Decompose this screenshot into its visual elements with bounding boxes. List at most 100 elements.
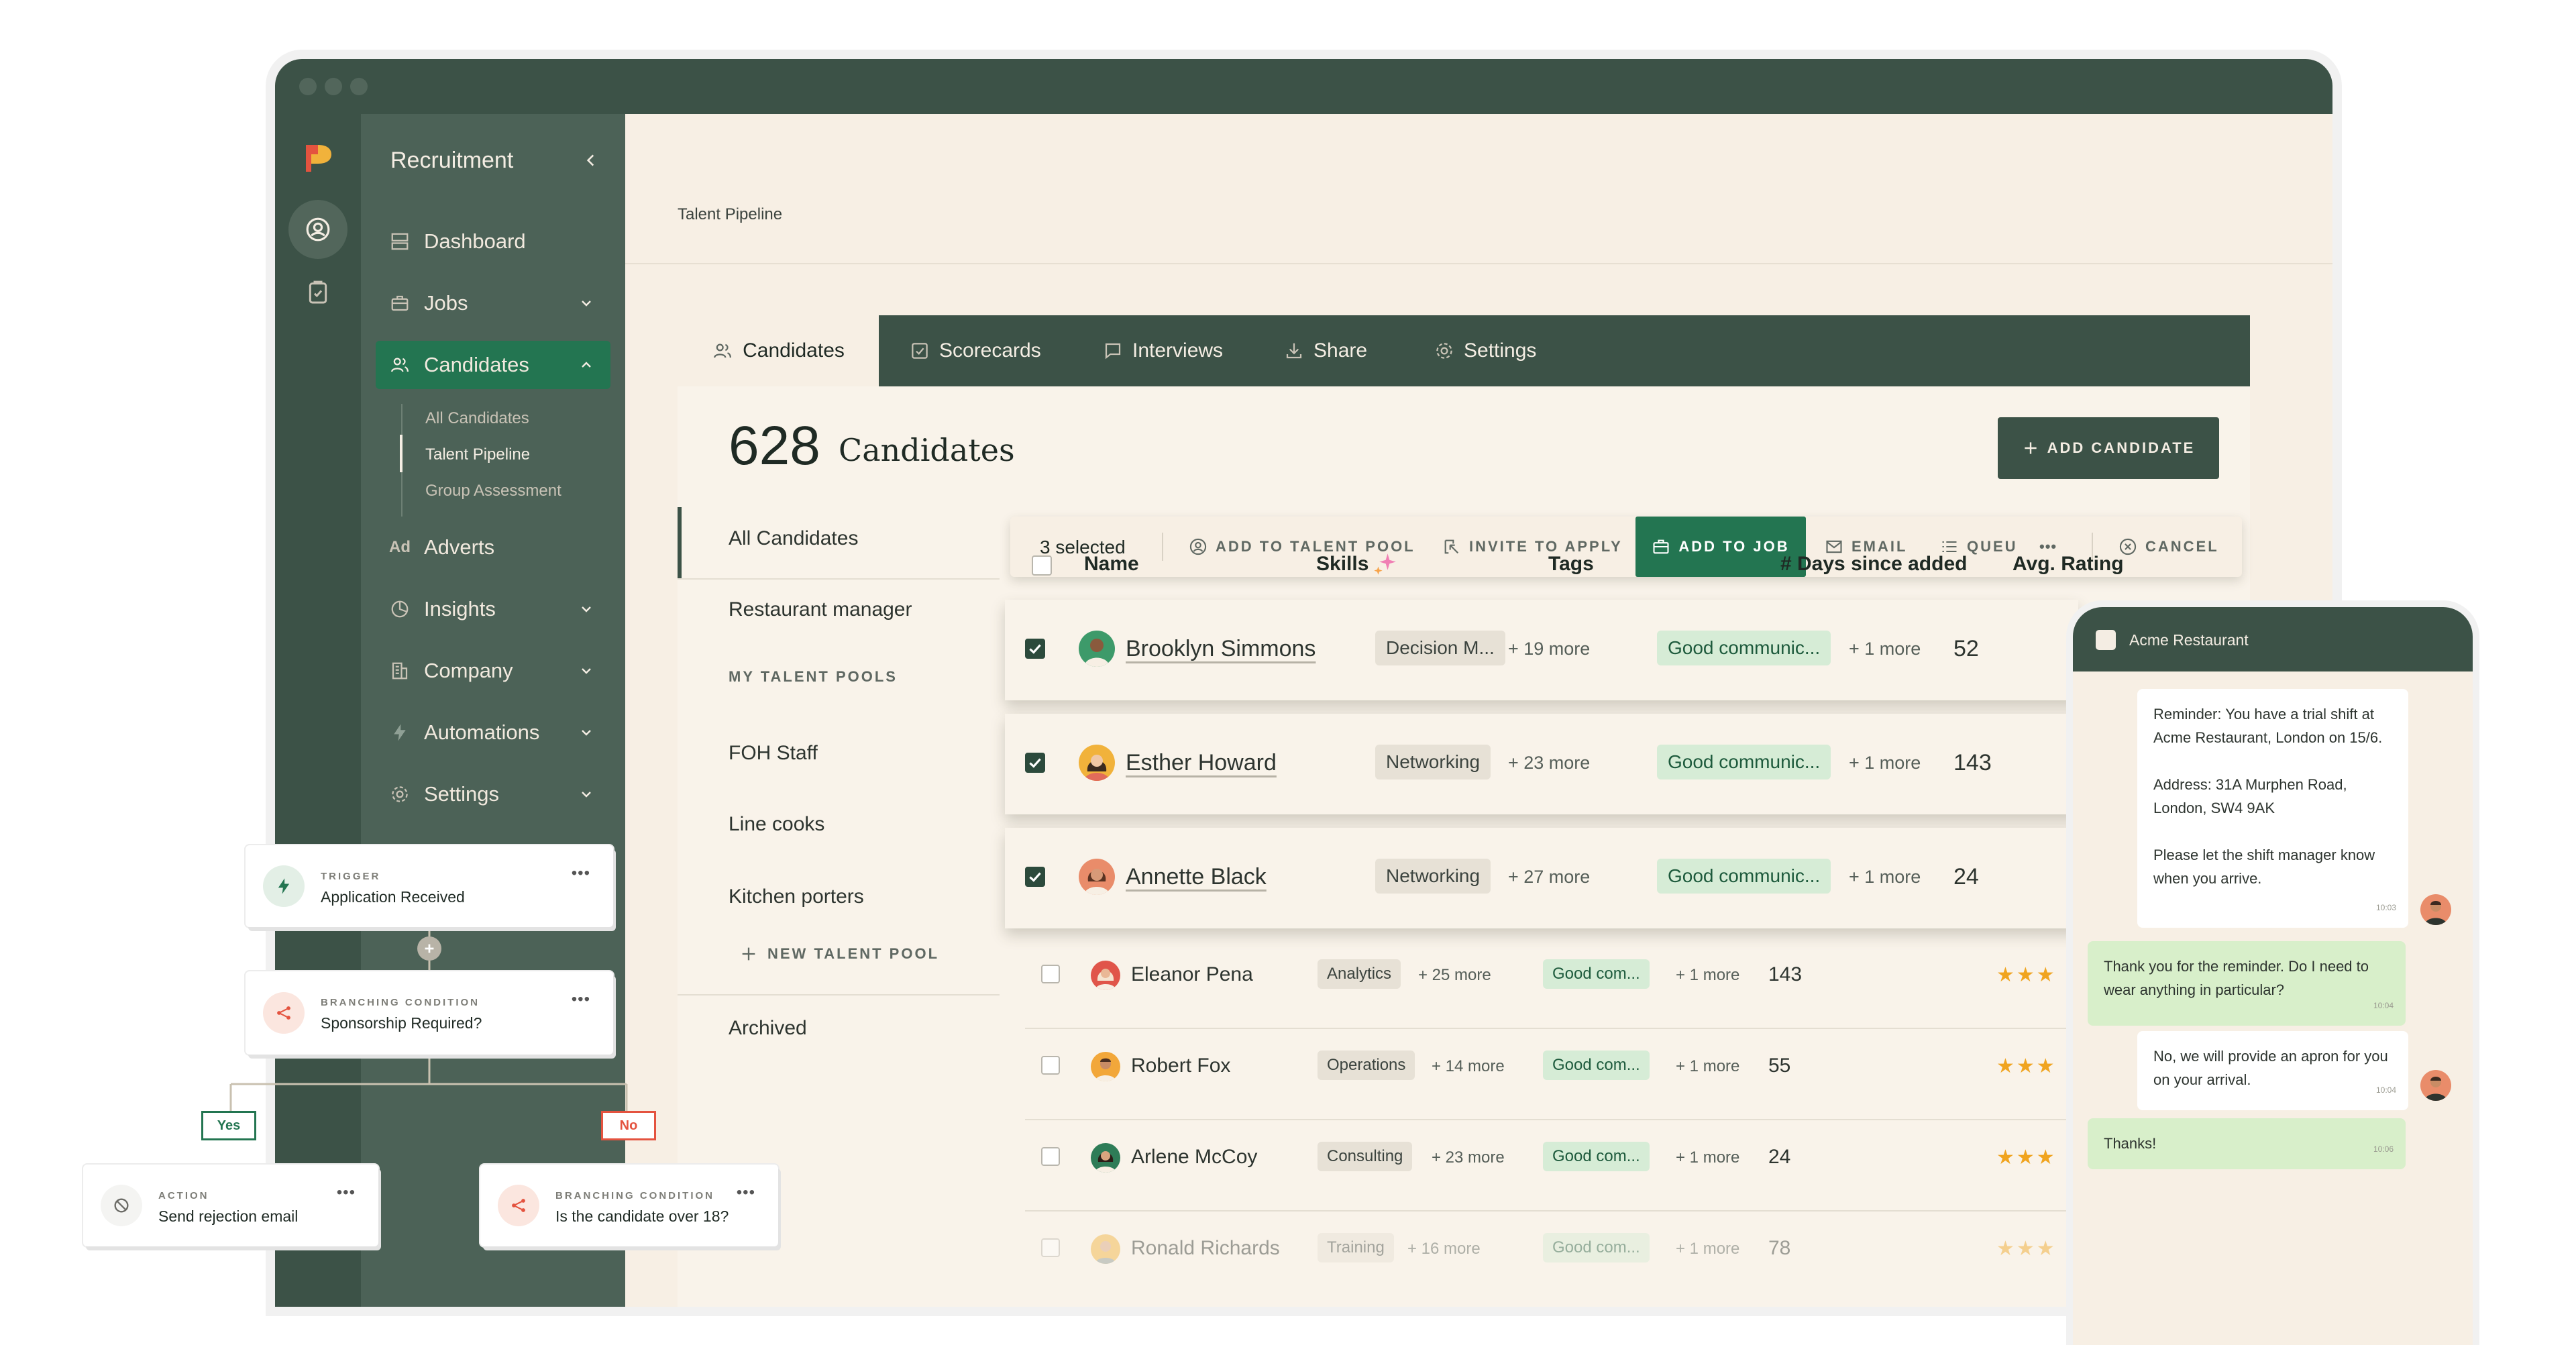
table-row[interactable]: Annette Black Networking + 27 more Good … <box>1005 828 2078 928</box>
collapse-sidebar-icon[interactable] <box>582 152 600 169</box>
column-header-tags[interactable]: Tags <box>1548 553 1594 576</box>
avatar <box>1091 1234 1120 1264</box>
my-talent-pools-heading: MY TALENT POOLS <box>729 668 898 685</box>
table-row[interactable]: Esther Howard Networking + 23 more Good … <box>1005 714 2078 814</box>
candidate-name[interactable]: Brooklyn Simmons <box>1126 636 1316 662</box>
skill-more[interactable]: + 19 more <box>1508 639 1590 659</box>
row-checkbox[interactable] <box>1041 1147 1060 1166</box>
sidebar-item-company[interactable]: Company <box>376 647 610 695</box>
table-row[interactable]: Brooklyn Simmons Decision M... + 19 more… <box>1005 600 2078 700</box>
column-header-name[interactable]: Name <box>1084 553 1139 576</box>
more-icon[interactable]: ••• <box>737 1183 755 1202</box>
message-text: Please let the shift manager know when y… <box>2153 847 2375 887</box>
sidebar-item-jobs[interactable]: Jobs <box>376 279 610 327</box>
message-bubble-outgoing: Thanks! 10:06 <box>2088 1118 2406 1169</box>
column-header-days-since-added[interactable]: # Days since added <box>1780 553 1967 576</box>
row-checkbox[interactable] <box>1041 1056 1060 1075</box>
tab-settings[interactable]: Settings <box>1434 315 1536 386</box>
branching-condition-card[interactable]: BRANCHING CONDITION Sponsorship Required… <box>246 971 613 1055</box>
subnav-group-assessment[interactable]: Group Assessment <box>425 482 561 500</box>
invite-to-apply-button[interactable]: INVITE TO APPLY <box>1442 517 1623 577</box>
sidebar-item-automations[interactable]: Automations <box>376 708 610 757</box>
skill-more[interactable]: + 23 more <box>1432 1148 1505 1167</box>
tag-more[interactable]: + 1 more <box>1676 1148 1739 1167</box>
column-header-avg-rating[interactable]: Avg. Rating <box>2012 553 2124 576</box>
row-checkbox[interactable] <box>1041 965 1060 983</box>
table-row[interactable]: Eleanor Pena Analytics + 25 more Good co… <box>1006 938 2073 1029</box>
tag-more[interactable]: + 1 more <box>1676 1057 1739 1076</box>
table-row[interactable]: Ronald Richards Training + 16 more Good … <box>1006 1212 2073 1287</box>
more-icon[interactable]: ••• <box>572 864 590 883</box>
message-text: No, we will provide an apron for you on … <box>2153 1048 2388 1088</box>
tag-pill: Good com... <box>1543 959 1650 989</box>
candidate-name[interactable]: Ronald Richards <box>1131 1237 1280 1260</box>
row-checkbox[interactable] <box>1025 639 1045 659</box>
pool-restaurant-manager[interactable]: Restaurant manager <box>729 598 912 621</box>
tag-more[interactable]: + 1 more <box>1849 867 1921 887</box>
skill-more[interactable]: + 27 more <box>1508 867 1590 887</box>
sidebar-item-insights[interactable]: Insights <box>376 585 610 633</box>
subnav-all-candidates[interactable]: All Candidates <box>425 409 529 428</box>
tab-label: Scorecards <box>939 339 1041 362</box>
add-candidate-button[interactable]: ADD CANDIDATE <box>1998 417 2219 479</box>
pool-foh-staff[interactable]: FOH Staff <box>729 742 818 765</box>
tag-pill: Good communic... <box>1657 859 1831 894</box>
invite-icon <box>1444 539 1459 554</box>
tab-interviews[interactable]: Interviews <box>1103 315 1223 386</box>
sidebar-item-adverts[interactable]: Ad Adverts <box>376 523 610 572</box>
recruitment-rail-button[interactable] <box>288 200 347 259</box>
row-checkbox[interactable] <box>1041 1238 1060 1257</box>
table-row[interactable]: Robert Fox Operations + 14 more Good com… <box>1006 1029 2073 1120</box>
tag-more[interactable]: + 1 more <box>1676 966 1739 985</box>
skill-pill: Analytics <box>1318 959 1401 989</box>
tab-scorecards[interactable]: Scorecards <box>910 315 1041 386</box>
restaurant-logo-icon <box>2096 630 2116 650</box>
action-card[interactable]: ACTION Send rejection email ••• <box>83 1165 378 1246</box>
select-all-checkbox[interactable] <box>1032 555 1052 576</box>
branching-condition-card-2[interactable]: BRANCHING CONDITION Is the candidate ove… <box>480 1165 778 1246</box>
column-header-skills[interactable]: Skills <box>1316 553 1368 576</box>
candidate-name[interactable]: Arlene McCoy <box>1131 1146 1257 1169</box>
add-step-button[interactable] <box>417 936 441 961</box>
chat-icon <box>1105 343 1121 360</box>
pool-all-candidates[interactable]: All Candidates <box>729 527 858 550</box>
skill-pill: Consulting <box>1318 1142 1413 1171</box>
more-icon[interactable]: ••• <box>337 1183 356 1202</box>
candidate-name[interactable]: Robert Fox <box>1131 1055 1230 1077</box>
tag-more[interactable]: + 1 more <box>1849 753 1921 773</box>
skill-more[interactable]: + 25 more <box>1418 966 1491 985</box>
pool-line-cooks[interactable]: Line cooks <box>729 813 824 836</box>
tag-more[interactable]: + 1 more <box>1676 1240 1739 1258</box>
building-icon <box>392 662 408 680</box>
tab-share[interactable]: Share <box>1284 315 1367 386</box>
skill-more[interactable]: + 16 more <box>1407 1240 1481 1258</box>
sidebar-item-candidates[interactable]: Candidates <box>376 341 610 389</box>
branch-kicker: BRANCHING CONDITION <box>321 997 480 1008</box>
row-checkbox[interactable] <box>1025 753 1045 773</box>
tab-label: Interviews <box>1132 339 1224 362</box>
sidebar-item-dashboard[interactable]: Dashboard <box>376 217 610 266</box>
window-maximize-dot[interactable] <box>350 78 368 95</box>
tag-more[interactable]: + 1 more <box>1849 639 1921 659</box>
skill-more[interactable]: + 23 more <box>1508 753 1590 773</box>
queue-label: QUEU <box>1967 538 2018 555</box>
more-icon[interactable]: ••• <box>572 990 590 1009</box>
tab-candidates[interactable]: Candidates <box>678 315 879 386</box>
automation-flow: TRIGGER Application Received ••• BRANCHI… <box>0 845 805 1288</box>
window-minimize-dot[interactable] <box>325 78 342 95</box>
skill-more[interactable]: + 14 more <box>1432 1057 1505 1076</box>
tasks-rail-button[interactable] <box>305 279 331 309</box>
row-checkbox[interactable] <box>1025 867 1045 887</box>
pie-chart-icon <box>391 600 409 618</box>
candidate-name[interactable]: Eleanor Pena <box>1131 963 1253 986</box>
trigger-card[interactable]: TRIGGER Application Received ••• <box>246 845 613 927</box>
candidate-name[interactable]: Esther Howard <box>1126 750 1277 776</box>
sidebar-item-settings[interactable]: Settings <box>376 770 610 818</box>
subnav-talent-pipeline[interactable]: Talent Pipeline <box>425 445 530 464</box>
window-close-dot[interactable] <box>299 78 317 95</box>
candidate-name[interactable]: Annette Black <box>1126 864 1267 890</box>
table-row[interactable]: Arlene McCoy Consulting + 23 more Good c… <box>1006 1120 2073 1212</box>
share-branch-icon <box>512 1199 525 1212</box>
sidebar-item-label: Jobs <box>424 291 468 315</box>
cancel-selection-button[interactable]: CANCEL <box>2118 517 2219 577</box>
